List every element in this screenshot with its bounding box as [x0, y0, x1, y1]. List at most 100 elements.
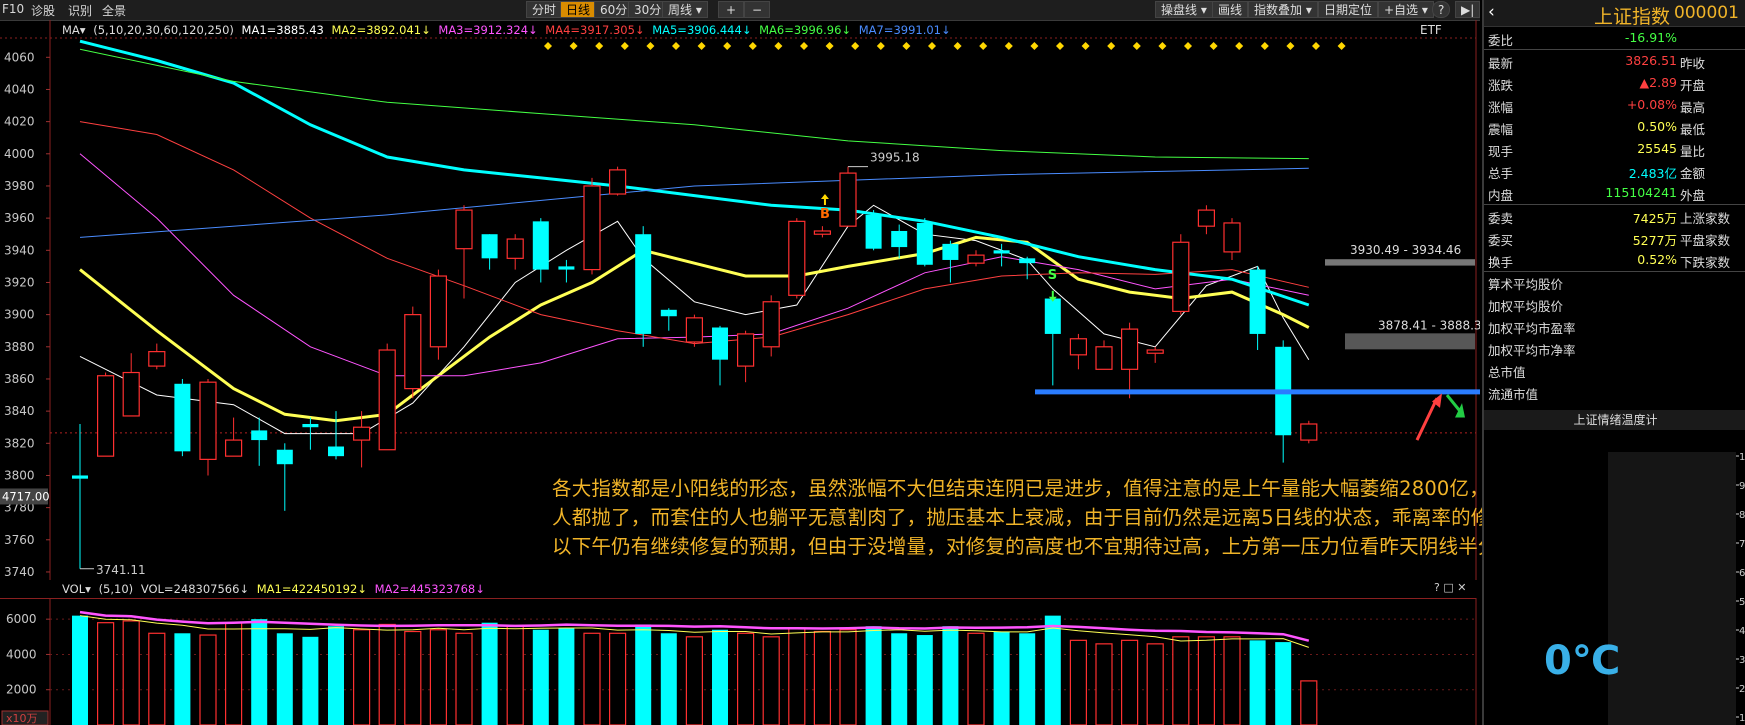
period-button-daily[interactable]: 日线	[560, 1, 597, 18]
volume-bar-up	[455, 632, 473, 725]
quote-row: 委比 -16.91%	[1484, 27, 1745, 49]
candle-body-down	[865, 214, 882, 249]
price-tick-label: 3860	[4, 372, 35, 386]
volume-bar-down	[660, 633, 677, 725]
quote-row-key2: 外盘	[1680, 188, 1706, 203]
stat-item: 加权平均市净率	[1488, 343, 1576, 358]
volume-bar-down	[635, 624, 652, 725]
candle-body-up	[148, 351, 166, 367]
quote-row-value: 3826.51	[1625, 53, 1677, 68]
resistance-label: 3930.49 - 3934.46	[1350, 243, 1461, 257]
vol-ma1-value: MA1=422450192↓	[256, 582, 367, 596]
event-diamond-icon	[646, 42, 655, 50]
price-tick-label: 3800	[4, 468, 35, 482]
candle-body-up	[736, 333, 755, 367]
vol-panel-controls[interactable]: ? □ ✕	[1434, 581, 1466, 594]
volume-bar-up	[148, 632, 166, 725]
volume-bar-up	[378, 623, 396, 725]
ma-line-ma6	[79, 48, 1309, 160]
candle-body-down	[916, 222, 933, 265]
index-overlay-button[interactable]: 指数叠加 ▾	[1248, 1, 1318, 18]
green-arrow-shaft	[1445, 394, 1462, 413]
volume-bar-up	[788, 627, 806, 725]
quote-row: 委买 5277万 平盘家数	[1484, 227, 1745, 249]
vol-menu[interactable]: VOL▾	[62, 582, 91, 596]
event-diamond-icon	[902, 42, 911, 50]
quote-row: 震幅 0.50% 最低	[1484, 116, 1745, 138]
draw-line-button[interactable]: 画线	[1212, 1, 1249, 18]
toolbar-quanjing[interactable]: 全景	[102, 2, 126, 19]
zoom-in-button[interactable]: +	[718, 1, 744, 18]
event-diamond-icon	[1312, 42, 1320, 50]
add-watchlist-button[interactable]: +自选 ▾	[1378, 1, 1434, 18]
volume-bar-down	[1249, 640, 1266, 725]
quote-row-value: 0.50%	[1637, 119, 1677, 134]
candle-body-down	[1249, 269, 1266, 334]
ma-line-ma5	[79, 39, 1310, 307]
volume-bar-up	[608, 632, 627, 725]
event-diamond-icon	[544, 42, 552, 50]
help-icon[interactable]: ?	[1432, 1, 1451, 18]
date-locate-button[interactable]: 日期定位	[1318, 1, 1379, 18]
candle-body-down	[532, 221, 549, 270]
volume-bar-down	[891, 633, 908, 725]
volume-bar-up	[1223, 636, 1241, 725]
operation-line-button[interactable]: 操盘线 ▾	[1155, 1, 1213, 18]
stat-item: 加权平均股价	[1488, 299, 1564, 314]
price-tick-label: 3940	[4, 243, 35, 257]
event-diamond-icon	[825, 42, 834, 50]
candle-body-up	[122, 371, 140, 417]
back-arrow-icon[interactable]: ‹	[1488, 2, 1495, 22]
quote-row-key: 震幅	[1488, 122, 1514, 137]
event-diamond-icon	[953, 42, 962, 50]
quote-row-key2: 平盘家数	[1680, 233, 1731, 248]
ma-line-ma4	[79, 121, 1309, 345]
event-diamond-icon	[723, 42, 732, 50]
period-button-fenshi[interactable]: 分时	[526, 1, 563, 18]
event-diamond-icon	[1107, 42, 1116, 50]
toolbar-shibie[interactable]: 识别	[68, 2, 92, 19]
candle-body-down	[993, 250, 1010, 254]
event-diamond-icon	[697, 42, 706, 50]
toolbar-f10[interactable]: F10	[2, 2, 24, 16]
quote-row-key: 内盘	[1488, 188, 1514, 203]
event-diamond-icon	[928, 42, 936, 50]
top-toolbar: F10 诊股 识别 全景 分时 日线 60分 30分 周线 ▾ + − 操盘线 …	[0, 0, 1481, 21]
volume-bar-down	[72, 615, 88, 725]
volume-chart[interactable]: 6000 4000 2000 x10万	[0, 598, 1480, 725]
candle-body-down	[276, 449, 293, 465]
candle-body-up	[1069, 338, 1088, 356]
ma-line-ma7	[79, 167, 1309, 238]
volume-bar-up	[813, 630, 832, 725]
event-diamond-icon	[1132, 42, 1141, 50]
volume-bar-up	[1120, 639, 1139, 725]
price-tick-label: 3880	[4, 340, 35, 354]
thermo-tick-label: 3	[1739, 655, 1745, 666]
volume-bar-down	[1019, 633, 1036, 725]
event-diamond-icon	[876, 42, 885, 50]
quote-row-key: 现手	[1488, 144, 1514, 159]
event-diamond-icon	[979, 42, 988, 50]
candle-body-up	[378, 349, 396, 451]
volume-bar-down	[916, 635, 933, 725]
goto-last-icon[interactable]: ▶|	[1455, 1, 1481, 18]
quote-row: 涨跌 ▲2.89 开盘	[1484, 72, 1745, 94]
quote-row-value: 7425万	[1632, 211, 1677, 226]
quote-row-value: -16.91%	[1624, 30, 1677, 45]
vol-tick-label: 6000	[6, 612, 37, 626]
toolbar-zhengu[interactable]: 诊股	[31, 2, 55, 19]
support-zone	[1345, 333, 1475, 350]
zoom-out-button[interactable]: −	[744, 1, 770, 18]
volume-bar-up	[506, 625, 524, 725]
price-tick-label: 4040	[4, 82, 35, 96]
vol-value: VOL=248307566↓	[140, 582, 250, 596]
event-diamond-icon	[1081, 42, 1090, 50]
candle-body-up	[404, 314, 422, 390]
buy-arrow-icon	[820, 194, 829, 206]
candle-body-down	[481, 234, 498, 259]
volume-bar-down	[276, 633, 293, 725]
event-diamond-icon	[774, 42, 783, 50]
candle-body-down	[635, 234, 652, 334]
period-button-weekly[interactable]: 周线 ▾	[662, 1, 708, 18]
temperature-value: 0℃	[1544, 638, 1621, 684]
